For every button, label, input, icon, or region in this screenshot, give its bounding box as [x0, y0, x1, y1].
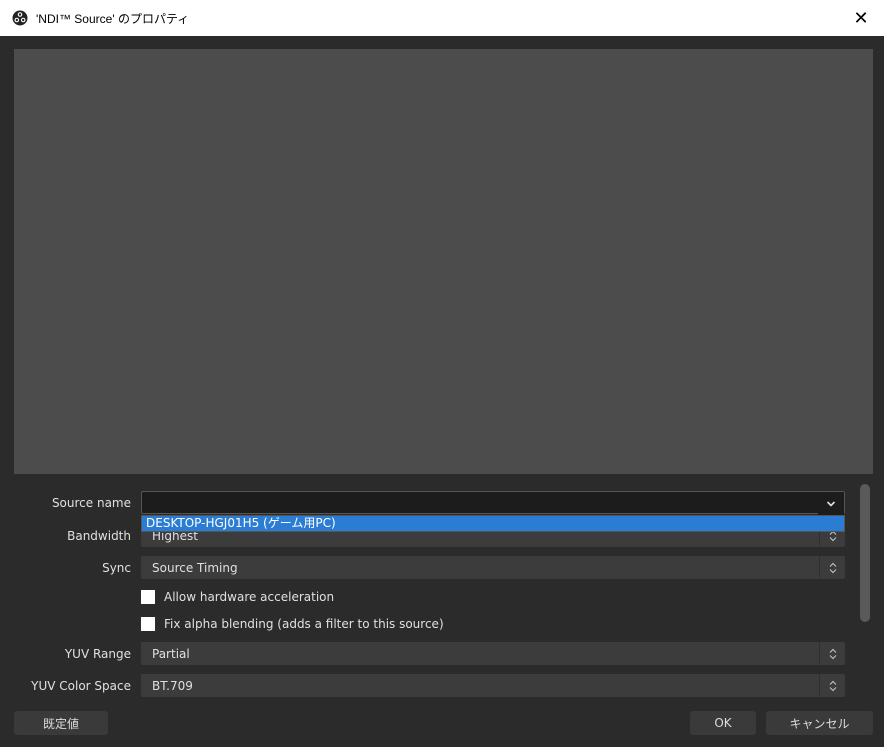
source-preview	[14, 49, 873, 474]
yuv-color-space-select[interactable]: BT.709	[141, 674, 845, 697]
allow-hw-accel-checkbox[interactable]	[141, 590, 155, 604]
yuv-color-space-value: BT.709	[152, 678, 193, 693]
yuv-color-space-label: YUV Color Space	[31, 679, 131, 693]
cancel-button[interactable]: キャンセル	[766, 711, 873, 735]
fix-alpha-checkbox[interactable]	[141, 617, 155, 631]
fix-alpha-row[interactable]: Fix alpha blending (adds a filter to thi…	[141, 617, 444, 631]
updown-spinner-icon[interactable]	[819, 674, 845, 697]
yuv-range-select[interactable]: Partial	[141, 642, 845, 665]
fix-alpha-label: Fix alpha blending (adds a filter to thi…	[164, 617, 444, 631]
allow-hw-accel-label: Allow hardware acceleration	[164, 590, 335, 604]
window-title: 'NDI™ Source' のプロパティ	[36, 11, 190, 26]
source-name-combobox[interactable]	[141, 491, 845, 515]
source-name-label: Source name	[51, 496, 131, 510]
bandwidth-label: Bandwidth	[67, 529, 131, 543]
sync-value: Source Timing	[152, 560, 238, 575]
title-bar: 'NDI™ Source' のプロパティ ✕	[0, 0, 884, 36]
chevron-down-icon[interactable]	[818, 492, 844, 515]
close-icon: ✕	[853, 7, 869, 29]
sync-label: Sync	[102, 561, 131, 575]
updown-spinner-icon[interactable]	[819, 642, 845, 665]
list-item[interactable]: DESKTOP-HGJ01H5 (ゲーム用PC)	[142, 516, 844, 531]
updown-spinner-icon[interactable]	[819, 556, 845, 579]
allow-hw-accel-row[interactable]: Allow hardware acceleration	[141, 590, 334, 604]
obs-logo-icon	[12, 10, 28, 26]
close-button[interactable]: ✕	[838, 0, 884, 36]
defaults-button[interactable]: 既定値	[14, 711, 108, 735]
yuv-range-value: Partial	[152, 646, 190, 661]
yuv-range-label: YUV Range	[64, 647, 131, 661]
source-name-dropdown-list: DESKTOP-HGJ01H5 (ゲーム用PC)	[141, 515, 845, 532]
ok-button[interactable]: OK	[690, 711, 756, 735]
properties-scrollbar[interactable]	[860, 484, 870, 622]
sync-select[interactable]: Source Timing	[141, 556, 845, 579]
